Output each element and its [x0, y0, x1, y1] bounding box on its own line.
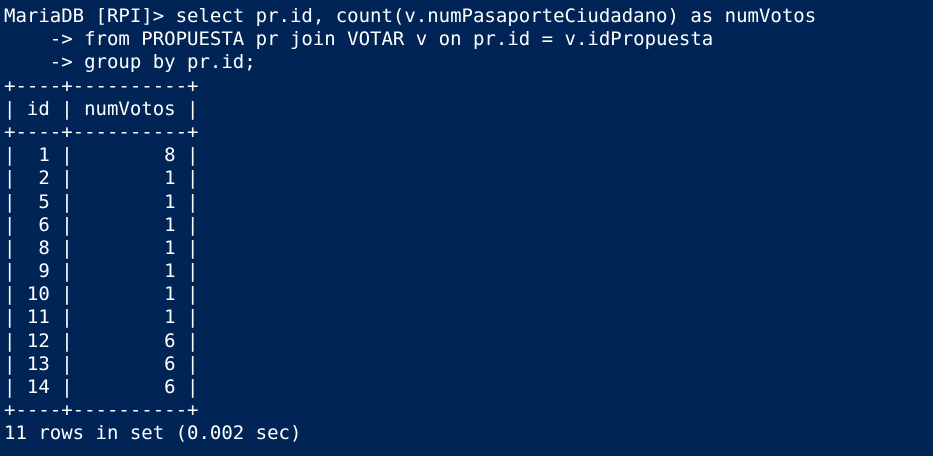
result-summary: 11 rows in set (0.002 sec) [4, 422, 302, 445]
terminal-window[interactable]: MariaDB [RPI]> select pr.id, count(v.num… [0, 0, 933, 456]
table-header-separator: +----+----------+ [4, 120, 199, 143]
table-row: | 14 | 6 | [4, 376, 199, 398]
table-row: | 5 | 1 | [4, 190, 199, 213]
table-row: | 8 | 1 | [4, 236, 199, 259]
query-continuation-line-3: -> group by pr.id; [4, 51, 256, 74]
prompt-query-line-1: MariaDB [RPI]> select pr.id, count(v.num… [4, 5, 817, 27]
table-row: | 12 | 6 | [4, 329, 199, 352]
table-border-bottom: +----+----------+ [4, 399, 199, 422]
table-row: | 11 | 1 | [4, 306, 199, 329]
table-row: | 6 | 1 | [4, 213, 199, 236]
table-row: | 13 | 6 | [4, 352, 199, 375]
table-row: | 10 | 1 | [4, 283, 199, 306]
table-row: | 1 | 8 | [4, 144, 199, 167]
table-row: | 2 | 1 | [4, 167, 199, 190]
query-continuation-line-2: -> from PROPUESTA pr join VOTAR v on pr.… [4, 28, 714, 51]
table-header-row: | id | numVotos | [4, 97, 199, 120]
table-border-top: +----+----------+ [4, 74, 199, 97]
table-row: | 9 | 1 | [4, 260, 199, 283]
